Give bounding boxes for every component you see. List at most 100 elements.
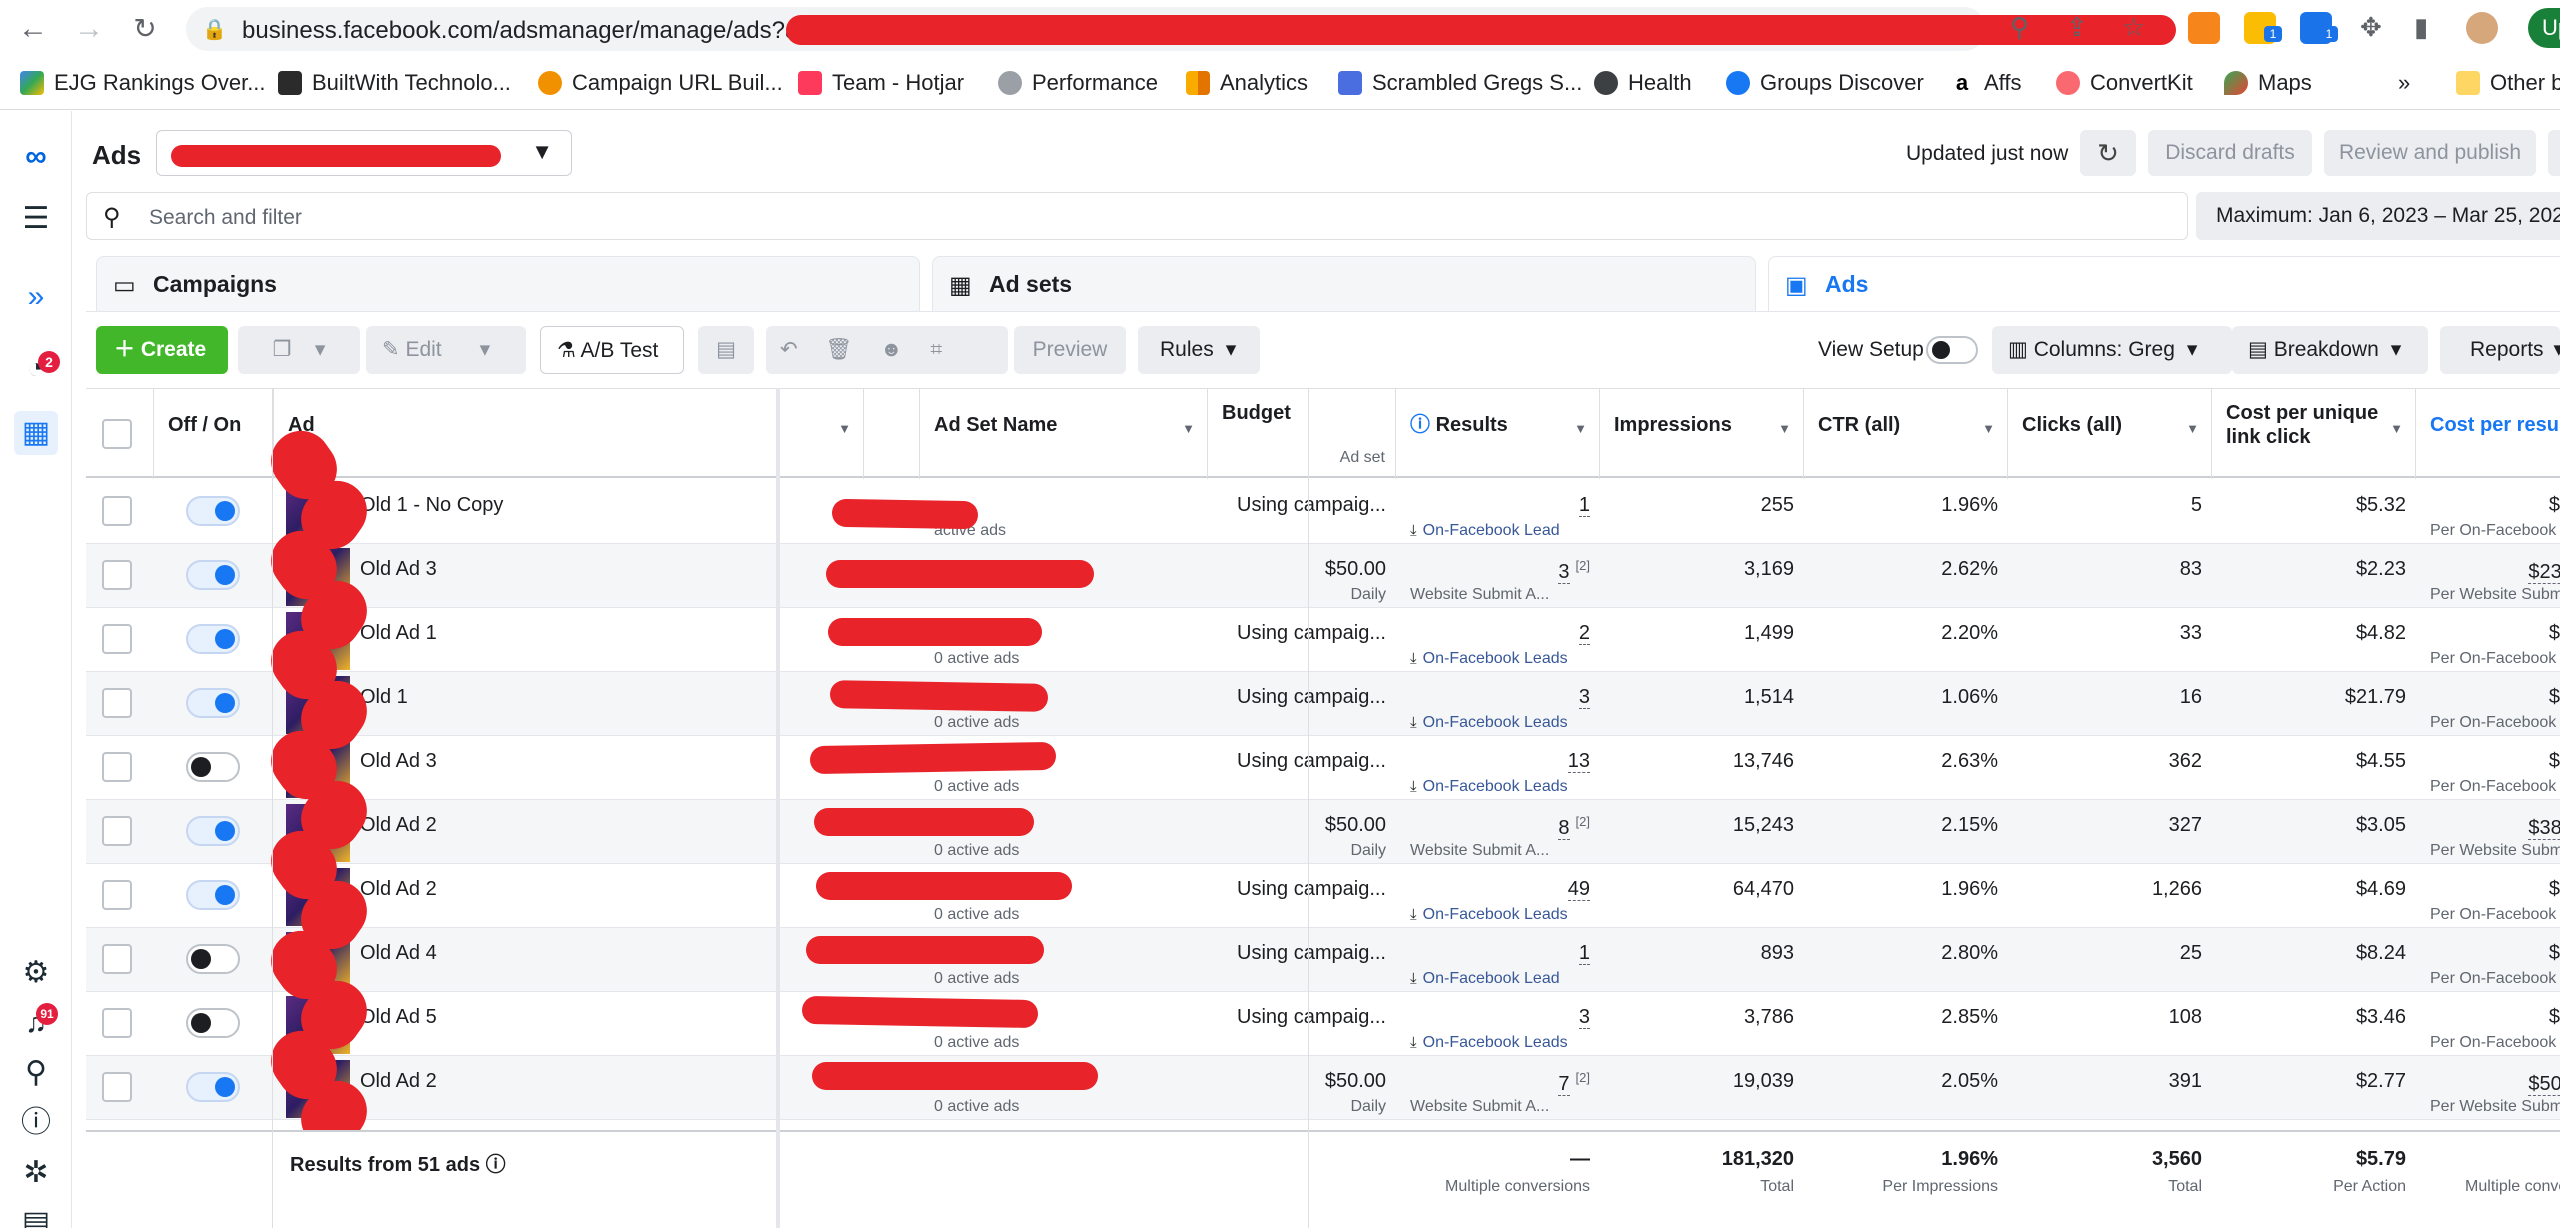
ad-name[interactable]: Old Ad 3 [360,750,437,773]
row-checkbox[interactable] [102,816,132,846]
row-checkbox[interactable] [102,688,132,718]
table-row[interactable]: Old 1 - No Copy active ads Using campaig… [86,480,2560,544]
puzzle-icon[interactable]: ✥ [2360,12,2382,43]
table-row[interactable]: Old Ad 3 0 active ads Using campaig... 1… [86,736,2560,800]
rules-button[interactable]: Rules ▾ [1138,326,1260,374]
ad-name[interactable]: Old Ad 1 [360,622,437,645]
tab-ads[interactable]: ▣ Ads [1768,256,2560,312]
people-icon[interactable]: ☻ [880,338,930,361]
ad-toggle[interactable] [186,880,240,910]
search-icon[interactable]: ⚲ [14,1051,58,1095]
help-icon[interactable]: ⓘ [14,1101,58,1145]
ad-toggle[interactable] [186,752,240,782]
reports-button[interactable]: Reports ▾ [2440,326,2560,374]
bookmark-affs[interactable]: a Affs [1950,70,2022,96]
discard-drafts-button[interactable]: Discard drafts [2148,130,2312,176]
address-bar[interactable]: 🔒 business.facebook.com/adsmanager/manag… [186,7,2176,51]
result-type[interactable]: ⤓ On-Facebook Leads [1410,778,1568,796]
col-results[interactable]: ⓘ Results ▼ [1396,389,1600,479]
ad-name[interactable]: Old Ad 2 [360,814,437,837]
table-row[interactable]: Old Ad 2 0 active ads Using campaig... 4… [86,864,2560,928]
settings-icon[interactable]: ⚙ [14,951,58,995]
table-row[interactable]: Old 1 off 0 active ads Using campaig... … [86,672,2560,736]
col-ad-set-name[interactable]: Ad Set Name ▼ [920,389,1208,479]
bookmark-groups[interactable]: Groups Discover [1726,70,1924,96]
row-checkbox[interactable] [102,752,132,782]
table-row[interactable]: Old Ad 3 off $50.00Daily 3[2]Website Sub… [86,544,2560,608]
refresh-button[interactable]: ↻ [2080,130,2136,176]
bug-icon[interactable]: ✲ [14,1151,58,1195]
result-type[interactable]: ⤓ On-Facebook Leads [1410,1034,1568,1052]
trash-icon[interactable]: 🗑 [826,338,881,361]
bookmark-hotjar[interactable]: Team - Hotjar [798,70,964,96]
undo-icon[interactable]: ↶ [780,338,826,361]
col-off-on[interactable]: Off / On [154,389,274,479]
clipboard-button[interactable]: ▤ [698,326,754,374]
bookmark-campaign-url[interactable]: Campaign URL Buil... [538,70,783,96]
result-type[interactable]: ⤓ On-Facebook Lead [1410,970,1560,988]
date-range-picker[interactable]: Maximum: Jan 6, 2023 – Mar 25, 2023 [2196,192,2560,240]
row-checkbox[interactable] [102,624,132,654]
bookmark-star-icon[interactable]: ☆ [2122,12,2145,43]
row-checkbox[interactable] [102,1008,132,1038]
row-checkbox[interactable] [102,496,132,526]
row-checkbox[interactable] [102,560,132,590]
zoom-icon[interactable]: ⚲ [2010,12,2029,43]
table-row[interactable]: Old Ad 4 0 active ads Using campaig... 1… [86,928,2560,992]
edit-button[interactable]: ✎ Edit ▾ [366,326,526,374]
ad-name[interactable]: Old Ad 5 [360,1006,437,1029]
bookmark-performance[interactable]: Performance [998,70,1158,96]
ad-name[interactable]: Old Ad 2 [360,878,437,901]
col-clicks[interactable]: Clicks (all) ▼ [2008,389,2212,479]
profile-avatar[interactable] [2466,12,2498,44]
ad-name[interactable]: Old Ad 2 [360,1070,437,1093]
result-type[interactable]: ⤓ On-Facebook Leads [1410,714,1568,732]
share-icon[interactable]: ⇪ [2066,12,2088,43]
breakdown-button[interactable]: ▤ Breakdown ▾ [2232,326,2428,374]
bookmark-analytics[interactable]: Analytics [1186,70,1308,96]
create-button[interactable]: ＋ Create [96,326,228,374]
ads-table-icon[interactable]: ▦ [14,411,58,455]
bookmark-health[interactable]: Health [1594,70,1692,96]
bookmark-other[interactable]: Other b [2456,70,2560,96]
info-icon[interactable]: ⓘ [486,1154,506,1176]
search-filter-input[interactable]: ⚲ Search and filter [86,192,2188,240]
ad-name[interactable]: Old 1 [360,686,408,709]
metamask-icon[interactable] [2188,12,2220,44]
ad-toggle[interactable] [186,688,240,718]
ad-name[interactable]: Old Ad 4 [360,942,437,965]
bookmarks-overflow[interactable]: » [2398,70,2410,96]
forward-icon[interactable]: → [72,12,106,46]
sidepanel-icon[interactable]: ▮ [2414,12,2428,43]
table-row[interactable]: Old Ad 1 0 active ads Using campaig... 2… [86,608,2560,672]
view-setup-toggle[interactable] [1926,336,1978,364]
review-publish-button[interactable]: Review and publish [2324,130,2536,176]
ad-toggle[interactable] [186,624,240,654]
ad-name[interactable]: Old Ad 3 [360,558,437,581]
result-type[interactable]: ⤓ On-Facebook Leads [1410,650,1568,668]
update-button[interactable]: Up [2528,8,2560,48]
duplicate-button[interactable]: ❐ ▾ [238,326,360,374]
col-cost-per-unique[interactable]: Cost per unique link click ▼ [2212,389,2416,479]
col-ctr[interactable]: CTR (all) ▼ [1804,389,2008,479]
ad-toggle[interactable] [186,944,240,974]
result-type[interactable]: ⤓ On-Facebook Lead [1410,522,1560,540]
bookmark-builtwith[interactable]: BuiltWith Technolo... [278,70,511,96]
table-row[interactable]: Old Ad 2 off 0 active ads $50.00Daily 8[… [86,800,2560,864]
row-checkbox[interactable] [102,944,132,974]
tag-icon[interactable]: ⌗ [930,338,970,361]
ab-test-button[interactable]: ⚗ A/B Test [540,326,684,374]
result-type[interactable]: ⤓ On-Facebook Leads [1410,906,1568,924]
tab-campaigns[interactable]: ▭ Campaigns [96,256,920,312]
ad-toggle[interactable] [186,560,240,590]
ad-toggle[interactable] [186,816,240,846]
row-checkbox[interactable] [102,880,132,910]
bookmark-scrambled[interactable]: Scrambled Gregs S... [1338,70,1582,96]
table-row[interactable]: Old Ad 5 0 active ads Using campaig... 3… [86,992,2560,1056]
table-row[interactable]: Old Ad 2 off 0 active ads $50.00Daily 7[… [86,1056,2560,1120]
bookmark-maps[interactable]: Maps [2224,70,2312,96]
col-impressions[interactable]: Impressions ▼ [1600,389,1804,479]
boost-icon[interactable]: » [14,275,58,319]
reload-icon[interactable]: ↻ [128,12,162,46]
bookmark-convertkit[interactable]: ConvertKit [2056,70,2193,96]
